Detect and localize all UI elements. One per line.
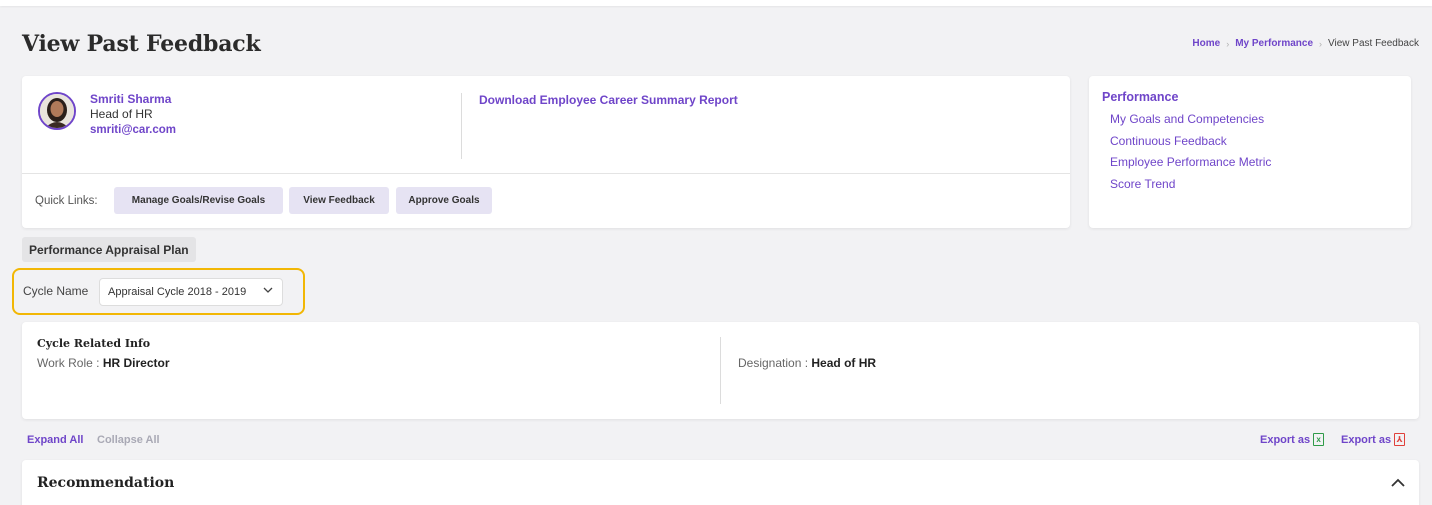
chevron-up-icon[interactable] xyxy=(1390,475,1406,491)
export-excel-label: Export as xyxy=(1260,433,1311,446)
vertical-divider xyxy=(720,337,721,404)
recommendation-title: Recommendation xyxy=(37,475,175,491)
pdf-file-icon: ⅄ xyxy=(1394,433,1406,446)
cycle-select-value: Appraisal Cycle 2018 - 2019 xyxy=(108,286,247,298)
cycle-name-label: Cycle Name xyxy=(23,284,89,298)
breadcrumb-current: View Past Feedback xyxy=(1328,38,1419,49)
top-bar xyxy=(0,0,1432,6)
side-link-performance-metric[interactable]: Employee Performance Metric xyxy=(1110,155,1271,169)
work-role-row: Work Role : HR Director xyxy=(37,356,170,370)
work-role-value: HR Director xyxy=(102,356,170,370)
cycle-info-title: Cycle Related Info xyxy=(37,337,151,350)
chevron-right-icon: › xyxy=(1319,38,1323,49)
side-menu-title: Performance xyxy=(1102,90,1179,104)
cycle-info-card: Cycle Related Info Work Role : HR Direct… xyxy=(22,322,1419,419)
chevron-right-icon: › xyxy=(1226,38,1230,49)
breadcrumb-my-performance[interactable]: My Performance xyxy=(1235,38,1313,49)
download-career-summary-link[interactable]: Download Employee Career Summary Report xyxy=(479,93,738,107)
export-pdf-link[interactable]: Export as ⅄ xyxy=(1341,433,1406,446)
employee-profile-card: Smriti Sharma Head of HR smriti@car.com … xyxy=(22,76,1070,228)
chevron-down-icon xyxy=(263,285,273,298)
designation-value: Head of HR xyxy=(811,356,877,370)
breadcrumb-home[interactable]: Home xyxy=(1192,38,1220,49)
excel-file-icon: x xyxy=(1313,433,1325,446)
plan-tag: Performance Appraisal Plan xyxy=(22,237,196,262)
page-title: View Past Feedback xyxy=(22,31,261,57)
side-link-goals-competencies[interactable]: My Goals and Competencies xyxy=(1110,112,1264,126)
side-link-score-trend[interactable]: Score Trend xyxy=(1110,177,1175,191)
vertical-divider xyxy=(461,93,462,159)
quick-links-label: Quick Links: xyxy=(35,195,98,207)
export-excel-link[interactable]: Export as x xyxy=(1260,433,1325,446)
designation-row: Designation : Head of HR xyxy=(738,356,876,370)
employee-role: Head of HR xyxy=(90,107,153,121)
recommendation-panel[interactable]: Recommendation xyxy=(22,460,1419,505)
view-feedback-button[interactable]: View Feedback xyxy=(289,187,389,214)
side-link-continuous-feedback[interactable]: Continuous Feedback xyxy=(1110,134,1227,148)
export-pdf-label: Export as xyxy=(1341,433,1392,446)
designation-label: Designation : xyxy=(738,356,809,370)
approve-goals-button[interactable]: Approve Goals xyxy=(396,187,492,214)
work-role-label: Work Role : xyxy=(37,356,100,370)
cycle-select[interactable]: Appraisal Cycle 2018 - 2019 xyxy=(99,278,283,306)
horizontal-divider xyxy=(22,173,1070,174)
avatar xyxy=(38,92,76,130)
performance-side-menu: Performance My Goals and Competencies Co… xyxy=(1089,76,1411,228)
collapse-all-link[interactable]: Collapse All xyxy=(97,434,160,446)
breadcrumb: Home › My Performance › View Past Feedba… xyxy=(1192,38,1419,49)
expand-all-link[interactable]: Expand All xyxy=(27,434,83,446)
user-photo-icon xyxy=(40,94,74,128)
employee-email[interactable]: smriti@car.com xyxy=(90,124,176,136)
employee-name[interactable]: Smriti Sharma xyxy=(90,92,171,106)
manage-goals-button[interactable]: Manage Goals/Revise Goals xyxy=(114,187,283,214)
